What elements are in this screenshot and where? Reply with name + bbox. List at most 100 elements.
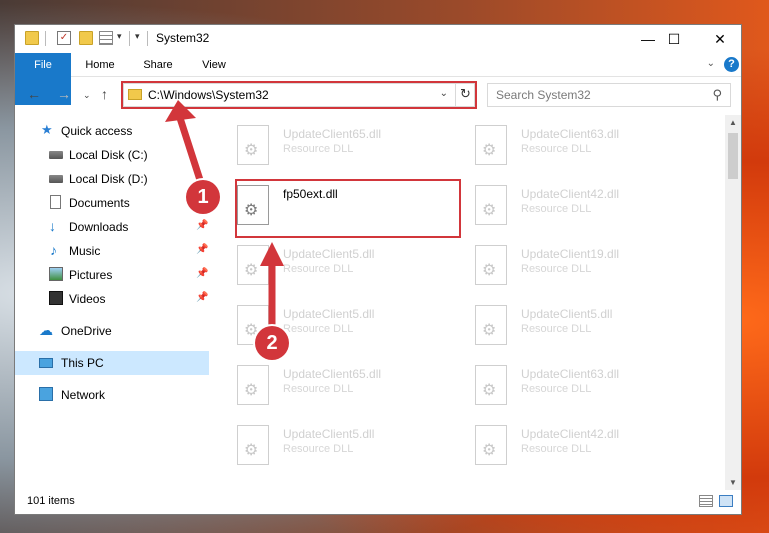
drive-icon [49, 175, 63, 183]
file-name: UpdateClient65.dll [283, 367, 382, 381]
sidebar-item-onedrive[interactable]: ☁ OneDrive [15, 319, 209, 343]
file-item[interactable]: ⚙ UpdateClient5.dll Resource DLL [215, 239, 440, 291]
sidebar-item-pictures[interactable]: Pictures 📌 [15, 263, 209, 287]
details-view-icon[interactable] [699, 495, 713, 507]
file-type: Resource DLL [521, 323, 592, 335]
sidebar-item-local-disk-c[interactable]: Local Disk (C:) [15, 143, 209, 167]
large-icons-view-icon[interactable] [719, 495, 733, 507]
new-folder-icon[interactable] [79, 31, 93, 45]
search-icon[interactable]: ⚲ [712, 87, 722, 103]
pin-icon[interactable]: 📌 [196, 292, 208, 303]
onedrive-icon: ☁ [39, 322, 53, 338]
help-button[interactable]: ? [724, 57, 739, 72]
sidebar-item-network[interactable]: Network [15, 383, 209, 407]
vertical-scrollbar[interactable]: ▲ ▼ [725, 115, 741, 491]
sidebar-item-downloads[interactable]: ↓ Downloads 📌 [15, 215, 209, 239]
file-name: UpdateClient65.dll [283, 127, 382, 141]
file-item[interactable]: ⚙ UpdateClient19.dll Resource DLL [453, 239, 678, 291]
quick-access-toolbar-dropdown-icon[interactable]: ▾ [135, 31, 140, 42]
file-name: UpdateClient5.dll [283, 307, 375, 321]
address-highlight-box [121, 81, 477, 109]
dll-file-icon: ⚙ [475, 365, 507, 405]
file-item[interactable]: ⚙ UpdateClient63.dll Resource DLL [453, 359, 678, 411]
scrollbar-thumb[interactable] [728, 133, 738, 179]
file-type: Resource DLL [283, 263, 354, 275]
music-icon: ♪ [50, 242, 57, 258]
dll-file-icon: ⚙ [475, 185, 507, 225]
chevron-down-icon[interactable]: ▾ [117, 31, 122, 42]
file-type: Resource DLL [283, 323, 354, 335]
star-icon: ★ [41, 122, 53, 137]
sidebar-item-local-disk-d[interactable]: Local Disk (D:) [15, 167, 209, 191]
dll-file-icon: ⚙ [237, 365, 269, 405]
sidebar-item-documents[interactable]: Documents [15, 191, 209, 215]
dll-file-icon: ⚙ [475, 125, 507, 165]
file-item[interactable]: ⚙ UpdateClient5.dll Resource DLL [453, 299, 678, 351]
file-item[interactable]: ⚙ UpdateClient5.dll Resource DLL [215, 419, 440, 471]
downloads-icon: ↓ [49, 218, 56, 234]
file-name: UpdateClient63.dll [521, 127, 620, 141]
sidebar-item-label: Local Disk (C:) [69, 148, 148, 162]
folder-icon[interactable] [25, 31, 39, 45]
file-name: UpdateClient63.dll [521, 367, 620, 381]
scroll-down-icon[interactable]: ▼ [725, 475, 741, 491]
sidebar-item-quick-access[interactable]: ★ Quick access [15, 119, 209, 143]
pin-icon[interactable]: 📌 [196, 244, 208, 255]
divider [45, 31, 46, 46]
file-name: UpdateClient42.dll [521, 427, 620, 441]
pin-icon[interactable]: 📌 [196, 220, 208, 231]
navigation-bar: ← → ⌄ ↑ C:\Windows\System32 ⌄ ↻ ⚲ [15, 78, 741, 112]
this-pc-icon [39, 358, 53, 368]
sidebar-item-label: Documents [69, 196, 130, 210]
file-name: UpdateClient5.dll [283, 247, 375, 261]
maximize-button[interactable]: ☐ [651, 25, 697, 53]
search-box[interactable]: ⚲ [487, 83, 731, 107]
scroll-up-icon[interactable]: ▲ [725, 115, 741, 131]
up-icon[interactable]: ↑ [101, 86, 108, 102]
customize-icon[interactable] [99, 31, 113, 45]
file-item[interactable]: ⚙ UpdateClient42.dll Resource DLL [453, 179, 678, 231]
file-explorer-window: ✓ ▾ ▾ System32 — ☐ ✕ File Home Share Vie… [14, 24, 742, 515]
dll-file-icon: ⚙ [237, 125, 269, 165]
file-item[interactable]: ⚙ UpdateClient5.dll Resource DLL [215, 299, 440, 351]
sidebar-item-videos[interactable]: Videos 📌 [15, 287, 209, 311]
file-highlight-box [235, 179, 461, 238]
file-type: Resource DLL [521, 263, 592, 275]
divider [129, 31, 130, 46]
documents-icon [50, 195, 61, 209]
drive-icon [49, 151, 63, 159]
properties-icon[interactable]: ✓ [57, 31, 71, 45]
file-list: ⚙ UpdateClient65.dll Resource DLL ⚙ Upda… [215, 115, 725, 491]
divider [147, 31, 148, 46]
file-type: Resource DLL [521, 383, 592, 395]
file-name: UpdateClient5.dll [283, 427, 375, 441]
gear-icon: ⚙ [482, 142, 497, 159]
file-name: UpdateClient42.dll [521, 187, 620, 201]
sidebar-item-music[interactable]: ♪ Music 📌 [15, 239, 209, 263]
tab-home[interactable]: Home [75, 53, 125, 77]
file-item[interactable]: ⚙ UpdateClient63.dll Resource DLL [453, 119, 678, 171]
sidebar-item-label: Local Disk (D:) [69, 172, 148, 186]
close-button[interactable]: ✕ [697, 25, 741, 53]
tab-view[interactable]: View [191, 53, 237, 77]
forward-icon[interactable]: → [57, 86, 71, 102]
expand-ribbon-icon[interactable]: ⌄ [707, 58, 715, 69]
sidebar-item-label: Music [69, 244, 101, 258]
search-input[interactable] [496, 88, 696, 102]
file-item[interactable]: ⚙ UpdateClient65.dll Resource DLL [215, 119, 440, 171]
navigation-pane: ★ Quick access Local Disk (C:) Local Dis… [15, 115, 211, 491]
file-type: Resource DLL [283, 383, 354, 395]
gear-icon: ⚙ [244, 382, 259, 399]
pin-icon[interactable]: 📌 [196, 268, 208, 279]
ribbon: File Home Share View ⌄ ? [15, 53, 741, 105]
dll-file-icon: ⚙ [237, 425, 269, 465]
sidebar-item-this-pc[interactable]: This PC [15, 351, 209, 375]
file-item[interactable]: ⚙ UpdateClient42.dll Resource DLL [453, 419, 678, 471]
recent-locations-icon[interactable]: ⌄ [83, 90, 91, 101]
gear-icon: ⚙ [482, 322, 497, 339]
gear-icon: ⚙ [482, 442, 497, 459]
back-icon[interactable]: ← [27, 86, 41, 102]
file-item[interactable]: ⚙ UpdateClient65.dll Resource DLL [215, 359, 440, 411]
tab-share[interactable]: Share [133, 53, 183, 77]
dll-file-icon: ⚙ [475, 425, 507, 465]
